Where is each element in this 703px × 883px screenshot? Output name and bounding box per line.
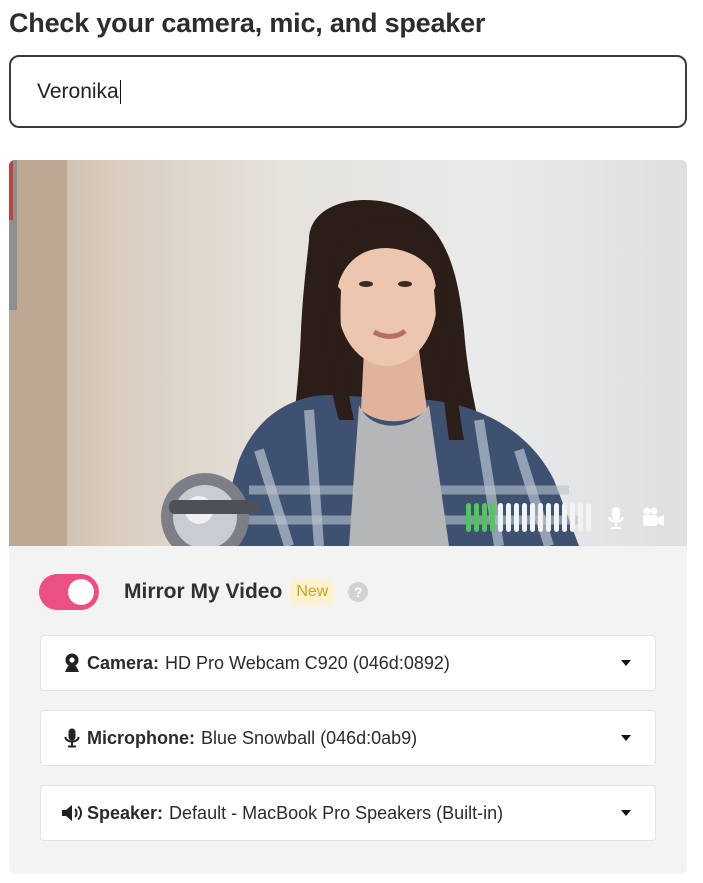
- mirror-video-toggle[interactable]: [39, 574, 99, 610]
- microphone-select[interactable]: Microphone: Blue Snowball (046d:0ab9): [40, 710, 656, 766]
- text-caret: [119, 79, 121, 104]
- chevron-down-icon: [621, 810, 631, 816]
- page-title: Check your camera, mic, and speaker: [9, 8, 486, 38]
- device-check-panel: Mirror My Video New ? Camera: HD Pro Web…: [9, 160, 687, 874]
- mirror-video-row: Mirror My Video New ?: [39, 574, 369, 610]
- audio-level-bar: [466, 503, 471, 532]
- audio-level-bar: [498, 503, 503, 532]
- microphone-select-value: Blue Snowball (046d:0ab9): [201, 727, 418, 748]
- help-icon[interactable]: ?: [348, 582, 369, 602]
- audio-level-bar: [570, 503, 575, 532]
- audio-level-bar: [490, 503, 495, 532]
- speaker-select-value: Default - MacBook Pro Speakers (Built-in…: [169, 802, 504, 823]
- microphone-icon[interactable]: [604, 505, 628, 531]
- new-badge: New: [290, 579, 335, 605]
- speaker-icon: [61, 802, 83, 824]
- audio-level-meter: [466, 503, 591, 532]
- speaker-select[interactable]: Speaker: Default - MacBook Pro Speakers …: [40, 785, 656, 841]
- camera-select-value: HD Pro Webcam C920 (046d:0892): [165, 652, 450, 673]
- audio-level-bar: [506, 503, 511, 532]
- media-controls: [466, 503, 665, 532]
- video-camera-icon[interactable]: [641, 505, 665, 531]
- chevron-down-icon: [621, 660, 631, 666]
- chevron-down-icon: [621, 735, 631, 741]
- camera-select-label: Camera:: [87, 652, 160, 673]
- camera-preview-image: [9, 160, 579, 546]
- audio-level-bar: [562, 503, 567, 532]
- audio-level-bar: [482, 503, 487, 532]
- audio-level-bar: [586, 503, 591, 532]
- camera-select[interactable]: Camera: HD Pro Webcam C920 (046d:0892): [40, 635, 656, 691]
- camera-preview: [9, 160, 687, 546]
- microphone-icon: [61, 727, 83, 749]
- webcam-icon: [61, 652, 83, 674]
- mirror-video-label: Mirror My Video: [124, 580, 283, 603]
- audio-level-bar: [554, 503, 559, 532]
- speaker-select-label: Speaker:: [87, 802, 164, 823]
- microphone-select-label: Microphone:: [87, 727, 195, 748]
- display-name-input[interactable]: Veronika: [9, 55, 687, 128]
- audio-level-bar: [514, 503, 519, 532]
- audio-level-bar: [538, 503, 543, 532]
- audio-level-bar: [530, 503, 535, 532]
- toggle-knob: [68, 579, 94, 605]
- audio-level-bar: [474, 503, 479, 532]
- display-name-value: Veronika: [37, 79, 119, 103]
- audio-level-bar: [546, 503, 551, 532]
- audio-level-bar: [522, 503, 527, 532]
- audio-level-bar: [578, 503, 583, 532]
